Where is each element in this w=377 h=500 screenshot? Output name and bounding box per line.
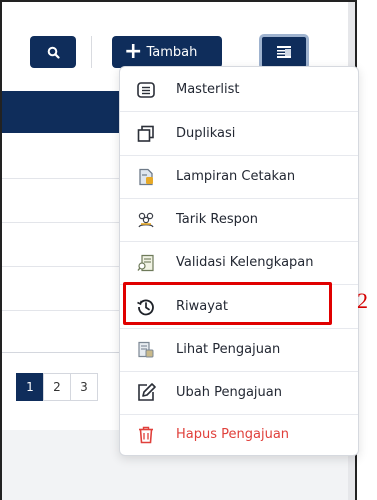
page-1[interactable]: 1 — [16, 373, 44, 401]
menu-item-ubah-pengajuan[interactable]: Ubah Pengajuan — [120, 372, 358, 413]
highlight-box — [123, 282, 332, 325]
list-box-icon — [134, 78, 158, 102]
menu-item-label: Masterlist — [176, 82, 240, 97]
menu-item-lihat-pengajuan[interactable]: Lihat Pengajuan — [120, 329, 358, 370]
document-attachment-icon — [134, 165, 158, 189]
pagination: 1 2 3 — [16, 373, 98, 401]
action-dropdown-menu: Masterlist Duplikasi Lampiran Cetakan Ta… — [119, 66, 359, 456]
add-button[interactable]: + Tambah — [112, 36, 222, 68]
menu-item-label: Hapus Pengajuan — [176, 427, 290, 442]
menu-divider — [120, 111, 358, 112]
menu-item-label: Validasi Kelengkapan — [176, 255, 314, 270]
page-3[interactable]: 3 — [70, 373, 98, 401]
menu-item-lampiran-cetakan[interactable]: Lampiran Cetakan — [120, 156, 358, 197]
menu-item-tarik-respon[interactable]: Tarik Respon — [120, 199, 358, 240]
menu-item-hapus-pengajuan[interactable]: Hapus Pengajuan — [120, 414, 358, 455]
plus-icon: + — [124, 39, 143, 64]
action-menu-button[interactable] — [259, 34, 309, 70]
toolbar-divider — [91, 36, 92, 68]
search-button[interactable] — [30, 36, 76, 68]
search-icon — [47, 46, 60, 59]
add-button-label: Tambah — [146, 44, 198, 60]
page-2[interactable]: 2 — [43, 373, 71, 401]
menu-item-label: Ubah Pengajuan — [176, 385, 282, 400]
menu-item-label: Lihat Pengajuan — [176, 342, 281, 357]
menu-item-label: Lampiran Cetakan — [176, 169, 296, 184]
menu-item-masterlist[interactable]: Masterlist — [120, 69, 358, 110]
step-number: 2 — [357, 288, 368, 313]
view-document-icon — [134, 338, 158, 362]
edit-icon — [134, 381, 158, 405]
menu-item-validasi-kelengkapan[interactable]: Validasi Kelengkapan — [120, 242, 358, 283]
people-response-icon — [134, 208, 158, 232]
trash-icon — [134, 423, 158, 447]
validation-document-icon — [134, 251, 158, 275]
copy-icon — [134, 122, 158, 146]
menu-item-label: Duplikasi — [176, 126, 236, 141]
menu-item-label: Tarik Respon — [176, 212, 259, 227]
menu-item-duplikasi[interactable]: Duplikasi — [120, 113, 358, 154]
list-menu-icon — [277, 46, 291, 58]
